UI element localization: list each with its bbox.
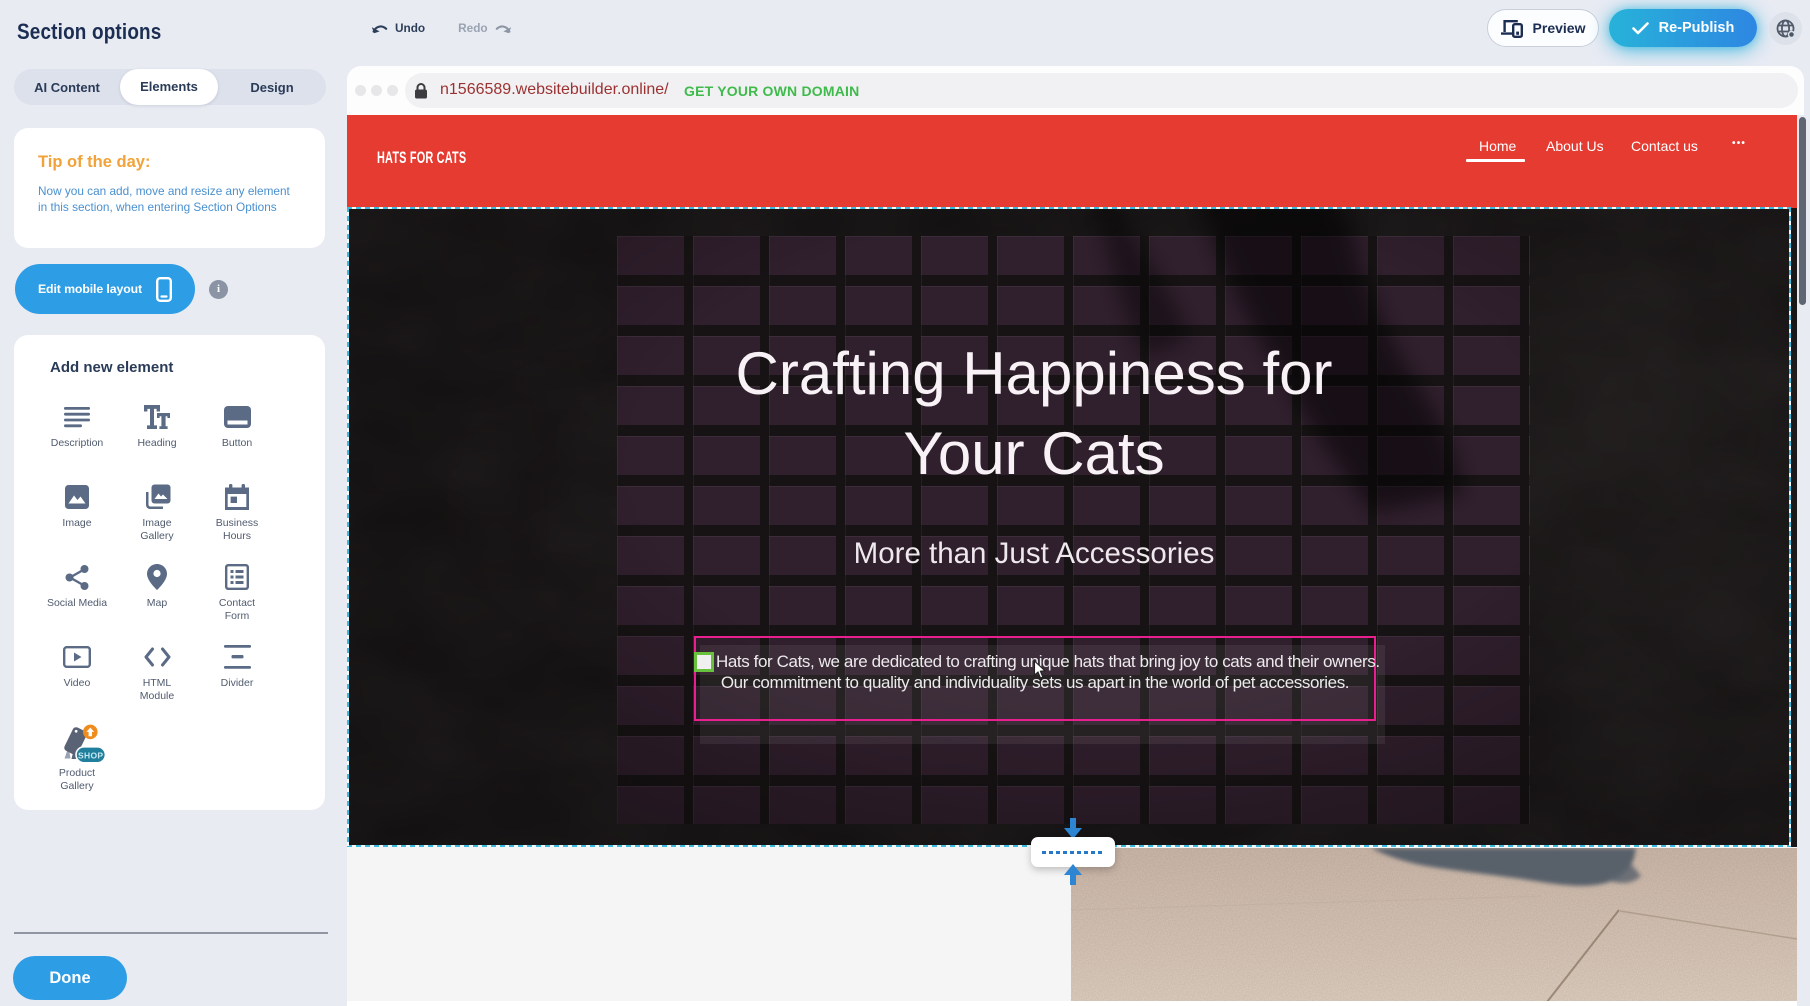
svg-text:SHOP: SHOP xyxy=(78,750,103,760)
